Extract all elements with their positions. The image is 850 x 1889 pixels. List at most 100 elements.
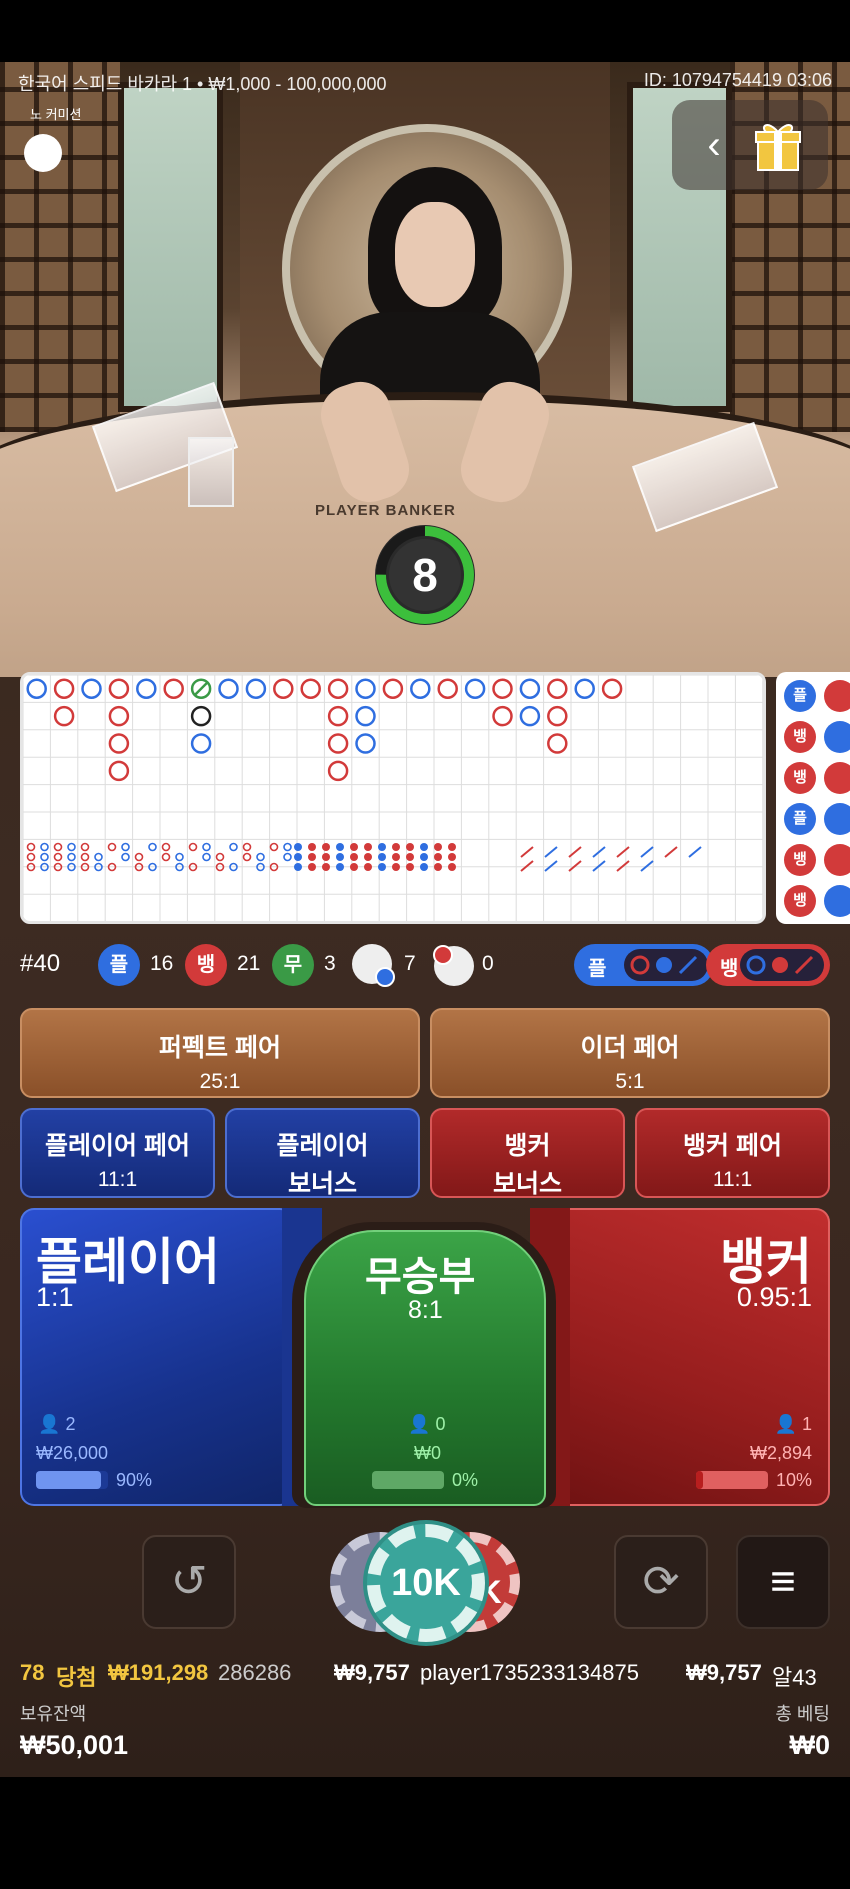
big-road-mark xyxy=(108,705,130,727)
banker-win-badge: 뱅 xyxy=(185,944,227,986)
side-roadmap[interactable]: 플뱅뱅플뱅뱅 xyxy=(776,672,850,924)
big-road-mark xyxy=(327,705,349,727)
ticker-player-c: 알43 xyxy=(772,1665,817,1690)
banker-predict-button[interactable]: 뱅 xyxy=(706,944,830,986)
derived-road-dot xyxy=(107,842,117,852)
side-road-result xyxy=(824,844,850,876)
derived-road-dot xyxy=(434,843,442,851)
predict-icons xyxy=(740,949,824,981)
big-road-mark xyxy=(492,678,513,699)
cockroach-road-mark xyxy=(544,846,558,858)
no-commission-toggle[interactable] xyxy=(24,134,62,172)
chip-selected[interactable]: 10K xyxy=(367,1524,485,1642)
derived-road-dot xyxy=(364,863,372,871)
round-number: #40 xyxy=(20,950,61,977)
derived-road-dot xyxy=(350,843,358,851)
player-bet-odds: 1:1 xyxy=(36,1282,74,1312)
back-chevron-icon[interactable]: ‹ xyxy=(694,122,734,168)
side-road-result: 플 xyxy=(784,680,816,712)
derived-road-dot xyxy=(392,853,400,861)
derived-road-dot xyxy=(40,842,49,852)
big-road-mark xyxy=(26,678,47,699)
big-road-mark xyxy=(464,678,486,699)
derived-road-dot xyxy=(434,863,442,871)
player-bettors-count: 2 xyxy=(65,1414,76,1434)
derived-road-dot xyxy=(392,843,400,851)
derived-road-dot xyxy=(322,853,330,861)
dealer-face xyxy=(395,202,475,307)
menu-button[interactable]: ≡ xyxy=(736,1535,830,1629)
perfect-pair-label: 퍼펙트 페어 xyxy=(159,1034,281,1062)
timer-seconds: 8 xyxy=(412,549,438,601)
derived-road-dot xyxy=(121,842,130,852)
player-pair-icon xyxy=(352,944,395,987)
gift-icon[interactable] xyxy=(754,118,802,172)
side-road-result xyxy=(824,885,850,917)
banker-bet-bar-fill xyxy=(696,1471,704,1489)
derived-road-dot xyxy=(242,842,252,852)
prediction-icons xyxy=(630,955,698,975)
total-bet-value: ₩0 xyxy=(789,1730,831,1760)
roadmap-board[interactable] xyxy=(20,672,766,924)
tie-bet-amount: ₩0 xyxy=(414,1443,441,1463)
big-road-mark xyxy=(437,678,458,699)
player-pair-bet[interactable]: 플레이어 페어 11:1 xyxy=(20,1108,215,1198)
big-road-mark xyxy=(300,678,321,699)
derived-road-dot xyxy=(448,863,456,871)
wall-panel-left xyxy=(118,82,223,412)
player-predict-button[interactable]: 플 xyxy=(574,944,714,986)
derived-road-dot xyxy=(26,842,36,852)
derived-road-dot xyxy=(378,863,386,871)
either-pair-bet[interactable]: 이더 페어 5:1 xyxy=(430,1008,830,1098)
banker-pair-bet[interactable]: 뱅커 페어 11:1 xyxy=(635,1108,830,1198)
derived-road-dot xyxy=(161,852,171,862)
big-road-mark xyxy=(547,733,568,754)
derived-road-dot xyxy=(378,843,386,851)
player-predict-label: 플 xyxy=(588,958,607,980)
big-road-mark xyxy=(547,705,568,727)
big-road-mark xyxy=(273,678,294,699)
ticker-amount-b: ₩9,757 xyxy=(334,1660,410,1685)
either-pair-label: 이더 페어 xyxy=(580,1034,680,1062)
side-road-result: 플 xyxy=(784,803,816,835)
tie-bet-percent: 0% xyxy=(452,1470,479,1490)
repeat-icon: ⟳ xyxy=(642,1557,680,1606)
derived-road-dot xyxy=(406,863,414,871)
discard-tray xyxy=(188,437,234,507)
player-bonus-bet[interactable]: 플레이어 보너스 xyxy=(225,1108,420,1198)
derived-road-dot xyxy=(294,853,302,861)
cockroach-road-mark xyxy=(640,860,654,872)
side-road-result xyxy=(824,762,850,794)
banker-pair-label: 뱅커 페어 xyxy=(683,1132,782,1160)
perfect-pair-bet[interactable]: 퍼펙트 페어 25:1 xyxy=(20,1008,420,1098)
banker-bonus-bet[interactable]: 뱅커 보너스 xyxy=(430,1108,625,1198)
big-road-mark xyxy=(108,760,130,782)
player-win-badge: 플 xyxy=(98,944,140,986)
tie-bettors-count: 0 xyxy=(435,1414,446,1434)
big-road-mark xyxy=(601,678,623,699)
big-road-mark xyxy=(245,678,267,699)
banker-bonus-label-2: 보너스 xyxy=(492,1170,562,1198)
derived-road-dot xyxy=(26,852,36,862)
total-bet-label: 총 베팅 xyxy=(775,1704,830,1724)
big-road-mark xyxy=(327,760,349,782)
big-road-mark xyxy=(547,678,568,699)
banker-pair-count: 0 xyxy=(482,952,494,975)
roadmap-grid xyxy=(23,675,763,921)
ticker-win-amount: ₩191,298 xyxy=(108,1660,209,1685)
big-road-mark xyxy=(410,678,431,699)
stats-row: #40 플 16 뱅 21 무 3 7 0 플 뱅 xyxy=(20,944,830,987)
derived-road-dot xyxy=(336,863,344,871)
side-road-result xyxy=(824,803,850,835)
tie-bet-odds: 8:1 xyxy=(408,1296,443,1324)
cockroach-road-mark xyxy=(520,846,534,858)
winners-ticker: 78 당첨 ₩191,298 286286 ₩9,757 player17352… xyxy=(0,1656,850,1692)
ticker-amount-c: ₩9,757 xyxy=(686,1660,762,1685)
derived-road-dot xyxy=(294,863,302,871)
derived-road-dot xyxy=(67,842,76,852)
derived-road-dot xyxy=(67,852,76,862)
big-road-mark xyxy=(519,705,541,727)
derived-road-dot xyxy=(322,863,330,871)
undo-button[interactable]: ↺ xyxy=(142,1535,236,1629)
repeat-button[interactable]: ⟳ xyxy=(614,1535,708,1629)
